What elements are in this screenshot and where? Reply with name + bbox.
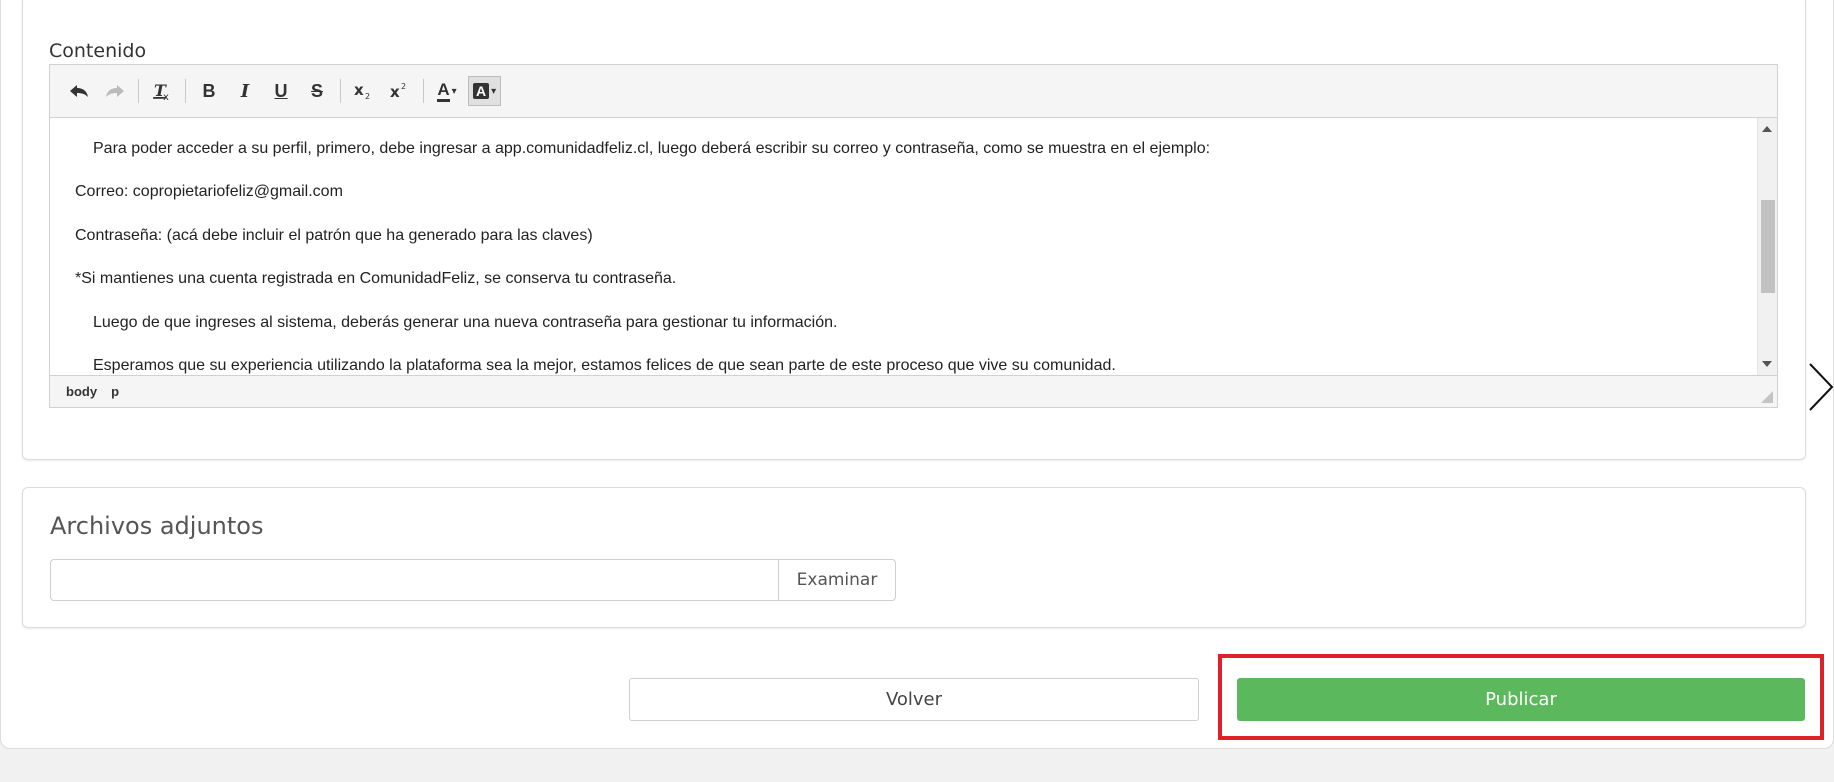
browse-button[interactable]: Examinar (778, 559, 896, 601)
svg-text:2: 2 (401, 82, 406, 91)
editor-paragraph: Contraseña: (acá debe incluir el patrón … (75, 227, 593, 244)
undo-icon[interactable] (64, 76, 94, 106)
redo-icon[interactable] (100, 76, 130, 106)
svg-text:2: 2 (365, 92, 370, 101)
editor-content[interactable]: Para poder acceder a su perfil, primero,… (50, 118, 1777, 375)
toolbar-separator (185, 79, 186, 103)
chevron-down-icon: ▾ (491, 85, 497, 97)
path-p[interactable]: p (111, 384, 119, 399)
toolbar-separator (340, 79, 341, 103)
rich-text-editor: Tx B I U S x2 x2 A ▾ A ▾ Para poder accede… (49, 64, 1778, 408)
strikethrough-button[interactable]: S (302, 76, 332, 106)
file-path-input[interactable] (50, 559, 778, 601)
scroll-down-icon[interactable] (1762, 361, 1772, 367)
back-button[interactable]: Volver (629, 678, 1199, 721)
editor-scrollbar[interactable] (1757, 118, 1777, 375)
background-color-icon: A (473, 83, 490, 99)
underline-button[interactable]: U (266, 76, 296, 106)
editor-paragraph: Para poder acceder a su perfil, primero,… (93, 140, 1211, 157)
editor-paragraph: *Si mantienes una cuenta registrada en C… (75, 270, 677, 287)
attachments-title: Archivos adjuntos (50, 512, 264, 540)
font-color-icon: A (437, 80, 450, 102)
scroll-thumb[interactable] (1761, 200, 1775, 293)
resize-handle-icon[interactable] (1761, 391, 1773, 403)
toolbar-separator (138, 79, 139, 103)
italic-button[interactable]: I (230, 76, 260, 106)
clear-format-icon[interactable]: Tx (147, 76, 177, 106)
chevron-right-icon[interactable] (1806, 362, 1834, 412)
subscript-icon[interactable]: x2 (349, 76, 379, 106)
chevron-down-icon: ▾ (451, 85, 457, 97)
highlight-annotation (1218, 654, 1824, 740)
font-color-button[interactable]: A ▾ (432, 76, 462, 106)
bold-button[interactable]: B (194, 76, 224, 106)
toolbar-separator (423, 79, 424, 103)
svg-text:x: x (354, 81, 364, 99)
attachments-section: Archivos adjuntos Examinar (22, 487, 1806, 628)
editor-paragraph: Esperamos que su experiencia utilizando … (93, 357, 1116, 374)
path-body[interactable]: body (66, 384, 97, 399)
editor-paragraph: Luego de que ingreses al sistema, deberá… (93, 314, 838, 331)
svg-text:x: x (390, 83, 400, 101)
superscript-icon[interactable]: x2 (385, 76, 415, 106)
background-color-button[interactable]: A ▾ (468, 76, 502, 106)
editor-statusbar: body p (50, 375, 1777, 407)
scroll-up-icon[interactable] (1762, 126, 1772, 132)
content-label: Contenido (49, 40, 147, 62)
svg-text:x: x (163, 92, 169, 101)
editor-paragraph: Correo: copropietariofeliz@gmail.com (75, 183, 343, 200)
editor-toolbar: Tx B I U S x2 x2 A ▾ A ▾ (50, 65, 1777, 118)
